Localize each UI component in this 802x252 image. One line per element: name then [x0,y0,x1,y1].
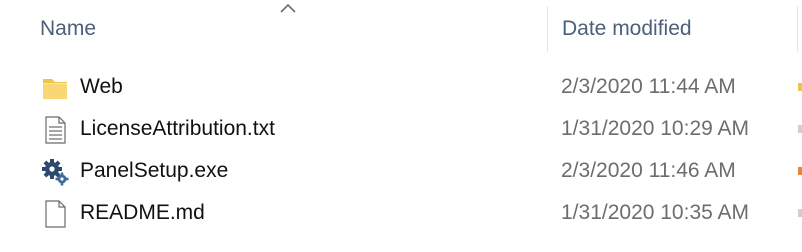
sort-ascending-icon [280,3,296,13]
file-name: LicenseAttribution.txt [80,117,275,140]
type-cell-icon [798,167,802,175]
file-name: Web [80,75,123,98]
column-header-bar: Name Date modified [0,0,802,56]
type-column-header[interactable] [798,0,802,56]
type-cell-icon [798,209,802,217]
file-row[interactable]: LicenseAttribution.txt 1/31/2020 10:29 A… [0,108,802,150]
file-date-modified: 1/31/2020 10:29 AM [561,117,749,140]
name-column-label: Name [40,17,97,40]
file-row[interactable]: PanelSetup.exe 2/3/2020 11:46 AM [0,150,802,192]
file-name: README.md [80,201,205,224]
date-modified-column-header[interactable]: Date modified [548,0,798,56]
file-name: PanelSetup.exe [80,159,229,182]
blank-file-icon [45,200,66,228]
file-row[interactable]: Web 2/3/2020 11:44 AM [0,66,802,108]
text-file-icon [45,116,66,144]
file-date-modified: 2/3/2020 11:44 AM [561,75,736,98]
executable-gear-icon [42,159,69,186]
file-date-modified: 1/31/2020 10:35 AM [561,201,749,224]
type-cell-icon [798,83,802,91]
type-cell-icon [798,125,802,133]
date-modified-column-label: Date modified [562,17,692,40]
name-column-header[interactable]: Name [0,0,548,56]
folder-icon [43,79,67,99]
file-row[interactable]: README.md 1/31/2020 10:35 AM [0,192,802,234]
file-date-modified: 2/3/2020 11:46 AM [561,159,736,182]
